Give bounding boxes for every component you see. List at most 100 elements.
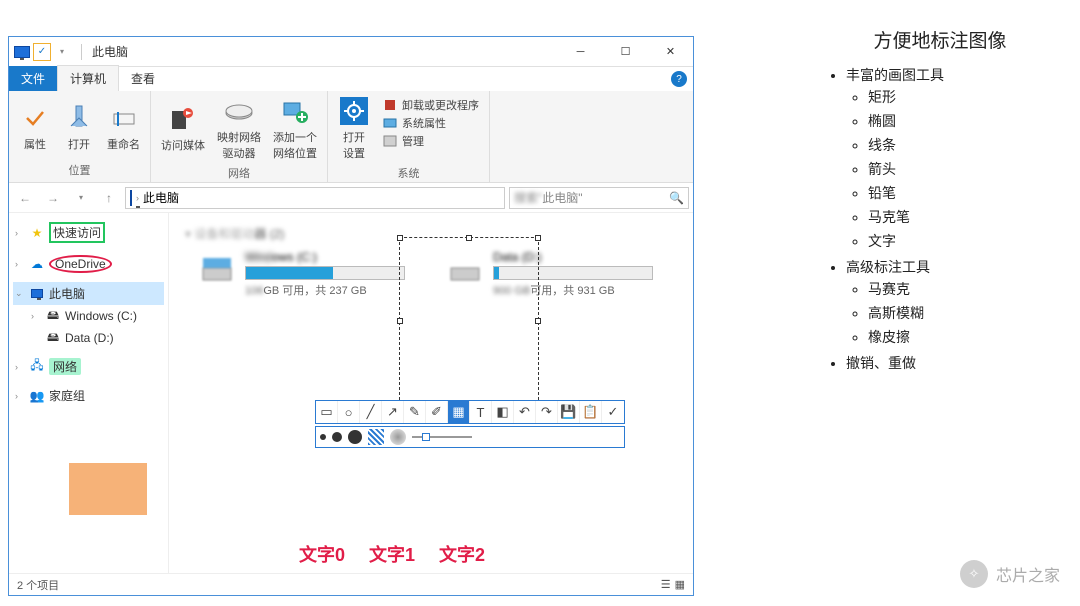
add-location-button[interactable]: 添加一个 网络位置 [269, 93, 321, 163]
size-large-button[interactable] [348, 430, 362, 444]
tab-view[interactable]: 查看 [119, 66, 167, 91]
sidebar-item-this-pc[interactable]: ⌄ 此电脑 [13, 282, 164, 305]
back-button[interactable]: ← [13, 186, 37, 210]
list-item: 箭头 [868, 157, 1060, 181]
open-settings-button[interactable]: 打开 设置 [334, 93, 374, 163]
mosaic-tool-button[interactable]: ▦ [448, 401, 470, 423]
quick-access-toolbar: ✓ ▾ [9, 43, 75, 61]
open-icon [63, 102, 95, 134]
sidebar-item-drive-c[interactable]: › 🖴 Windows (C:) [13, 305, 164, 327]
list-item: 线条 [868, 133, 1060, 157]
uninstall-button[interactable]: 卸载或更改程序 [382, 97, 479, 113]
ellipse-tool-button[interactable]: ○ [338, 401, 360, 423]
properties-label: 属性 [24, 136, 46, 152]
rect-tool-button[interactable]: ▭ [316, 401, 338, 423]
access-media-button[interactable]: 访问媒体 [157, 93, 209, 163]
redo-button[interactable]: ↷ [536, 401, 558, 423]
list-item: 矩形 [868, 85, 1060, 109]
minimize-button[interactable]: ─ [558, 37, 603, 66]
ribbon-tabs: 文件 计算机 查看 ? [9, 67, 693, 91]
drive-c-name: ows (C:) [272, 250, 317, 264]
ribbon: 属性 打开 重命名 位置 访问媒体 [9, 91, 693, 183]
details-view-icon[interactable]: ☰ [661, 578, 671, 591]
size-small-button[interactable] [320, 434, 326, 440]
system-properties-button[interactable]: 系统属性 [382, 115, 479, 131]
tiles-view-icon[interactable]: ▦ [675, 578, 685, 591]
watermark-text: 芯片之家 [996, 562, 1060, 586]
text-annotation-1: 文字1 [369, 541, 415, 567]
text-tool-button[interactable]: T [470, 401, 492, 423]
drive-d-item[interactable]: Data (D:) 900 GB 可用，共 931 GB [445, 250, 653, 298]
address-path: 此电脑 [143, 189, 179, 206]
list-item: 橡皮擦 [868, 325, 1060, 349]
address-bar-row: ← → ▾ ↑ › 此电脑 搜索"此电脑" 🔍 [9, 183, 693, 213]
arrow-tool-button[interactable]: ↗ [382, 401, 404, 423]
opacity-slider[interactable] [412, 436, 472, 438]
drive-c-label: Windows (C:) [65, 309, 137, 323]
manage-button[interactable]: 管理 [382, 133, 479, 149]
copy-button[interactable]: 📋 [580, 401, 602, 423]
group-header: ▾ 设备和驱动器 (2) [177, 221, 685, 250]
text-annotation-0: 文字0 [299, 541, 345, 567]
drive-icon: 🖴 [45, 330, 61, 346]
blur-icon[interactable] [390, 429, 406, 445]
search-icon: 🔍 [669, 191, 684, 205]
onedrive-label: OneDrive [49, 255, 112, 273]
properties-button[interactable]: 属性 [15, 93, 55, 160]
marker-tool-button[interactable]: ✐ [426, 401, 448, 423]
sidebar-item-drive-d[interactable]: 🖴 Data (D:) [13, 327, 164, 349]
list-item: 铅笔 [868, 181, 1060, 205]
confirm-button[interactable]: ✓ [602, 401, 624, 423]
help-icon[interactable]: ? [671, 71, 687, 87]
address-bar[interactable]: › 此电脑 [125, 187, 505, 209]
forward-button[interactable]: → [41, 186, 65, 210]
rename-button[interactable]: 重命名 [103, 93, 144, 160]
checkmark-icon [19, 102, 51, 134]
sysprops-label: 系统属性 [402, 115, 446, 131]
recent-dropdown[interactable]: ▾ [69, 186, 93, 210]
size-medium-button[interactable] [332, 432, 342, 442]
qat-checkbox-icon[interactable]: ✓ [33, 43, 51, 61]
open-button[interactable]: 打开 [59, 93, 99, 160]
close-button[interactable]: ✕ [648, 37, 693, 66]
navigation-pane: › ★ 快速访问 › ☁ OneDrive ⌄ 此电脑 › 🖴 Windows … [9, 213, 169, 573]
feature-list-panel: 方便地标注图像 丰富的画图工具 矩形 椭圆 线条 箭头 铅笔 马克笔 文字 高级… [820, 26, 1060, 375]
file-explorer-window: ✓ ▾ 此电脑 ─ ☐ ✕ 文件 计算机 查看 ? 属性 打开 [8, 36, 694, 596]
ribbon-group-location-label: 位置 [15, 160, 144, 180]
content-pane[interactable]: ▾ 设备和驱动器 (2) Windows (C:) 106 GB 可用，共 23… [169, 213, 693, 573]
network-label: 网络 [49, 358, 81, 375]
drive-icon [197, 250, 237, 290]
search-input[interactable]: 搜索"此电脑" 🔍 [509, 187, 689, 209]
list-item: 撤销、重做 [846, 351, 1060, 375]
tab-file[interactable]: 文件 [9, 66, 57, 91]
tab-computer[interactable]: 计算机 [57, 65, 119, 91]
media-label: 访问媒体 [161, 137, 205, 153]
drive-d-label: Data (D:) [65, 331, 114, 345]
save-button[interactable]: 💾 [558, 401, 580, 423]
undo-button[interactable]: ↶ [514, 401, 536, 423]
star-icon: ★ [29, 225, 45, 241]
open-settings-label: 打开 设置 [343, 129, 365, 161]
drive-c-item[interactable]: Windows (C:) 106 GB 可用，共 237 GB [197, 250, 405, 298]
line-tool-button[interactable]: ╱ [360, 401, 382, 423]
text-annotations: 文字0 文字1 文字2 [299, 541, 485, 567]
map-drive-label: 映射网络 驱动器 [217, 129, 261, 161]
map-drive-button[interactable]: 映射网络 驱动器 [213, 93, 265, 163]
pencil-tool-button[interactable]: ✎ [404, 401, 426, 423]
eraser-tool-button[interactable]: ◧ [492, 401, 514, 423]
maximize-button[interactable]: ☐ [603, 37, 648, 66]
annotation-toolbar: ▭ ○ ╱ ↗ ✎ ✐ ▦ T ◧ ↶ ↷ 💾 📋 ✓ [315, 400, 625, 448]
add-location-label: 添加一个 网络位置 [273, 129, 317, 161]
sidebar-item-onedrive[interactable]: › ☁ OneDrive [13, 252, 164, 276]
sidebar-item-homegroup[interactable]: › 👥 家庭组 [13, 384, 164, 407]
list-item: 高级标注工具 马赛克 高斯模糊 橡皮擦 [846, 255, 1060, 351]
drive-c-free: GB 可用，共 237 GB [263, 285, 366, 297]
drive-c-usage-bar [245, 266, 405, 280]
orange-rectangle-annotation [69, 463, 147, 515]
computer-icon [13, 43, 31, 61]
up-button[interactable]: ↑ [97, 186, 121, 210]
qat-dropdown-icon[interactable]: ▾ [53, 43, 71, 61]
sidebar-item-network[interactable]: › 🖧 网络 [13, 355, 164, 378]
pattern-button[interactable] [368, 429, 384, 445]
sidebar-item-quick-access[interactable]: › ★ 快速访问 [13, 219, 164, 246]
